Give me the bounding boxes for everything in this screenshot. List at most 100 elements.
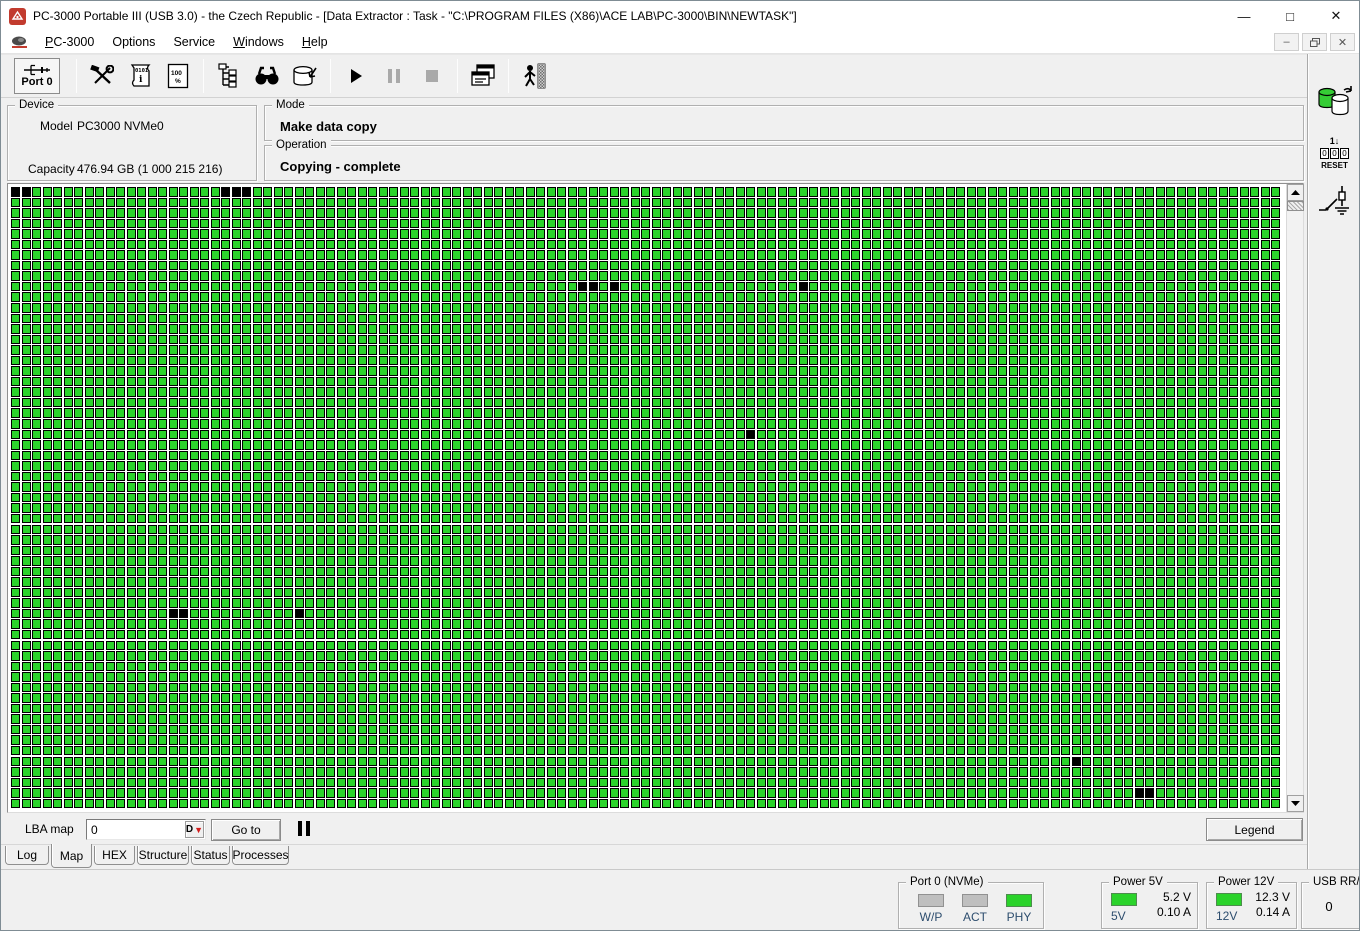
map-cell[interactable] (1124, 208, 1133, 218)
map-cell[interactable] (809, 440, 818, 450)
map-cell[interactable] (998, 303, 1007, 313)
map-cell[interactable] (1208, 546, 1217, 556)
map-cell[interactable] (1093, 567, 1102, 577)
map-cell[interactable] (851, 345, 860, 355)
map-cell[interactable] (1198, 219, 1207, 229)
map-cell[interactable] (1082, 198, 1091, 208)
map-cell[interactable] (1177, 377, 1186, 387)
map-cell[interactable] (830, 514, 839, 524)
map-cell[interactable] (925, 440, 934, 450)
map-cell[interactable] (316, 535, 325, 545)
map-cell[interactable] (662, 440, 671, 450)
map-cell[interactable] (1061, 588, 1070, 598)
map-cell[interactable] (169, 292, 178, 302)
map-cell[interactable] (1103, 187, 1112, 197)
map-cell-bad[interactable] (610, 282, 619, 292)
map-cell[interactable] (74, 535, 83, 545)
map-cell[interactable] (1103, 577, 1112, 587)
map-cell[interactable] (725, 535, 734, 545)
map-cell[interactable] (484, 219, 493, 229)
map-cell[interactable] (1030, 472, 1039, 482)
map-cell[interactable] (316, 377, 325, 387)
map-cell[interactable] (673, 577, 682, 587)
map-cell[interactable] (1124, 567, 1133, 577)
map-cell[interactable] (169, 408, 178, 418)
map-cell[interactable] (988, 229, 997, 239)
map-cell[interactable] (400, 567, 409, 577)
map-cell[interactable] (610, 482, 619, 492)
map-cell[interactable] (1072, 303, 1081, 313)
map-cell[interactable] (284, 609, 293, 619)
map-cell[interactable] (1103, 419, 1112, 429)
map-cell[interactable] (484, 577, 493, 587)
map-cell[interactable] (43, 187, 52, 197)
map-cell[interactable] (610, 324, 619, 334)
map-cell[interactable] (32, 588, 41, 598)
map-cell[interactable] (1093, 198, 1102, 208)
map-cell[interactable] (652, 229, 661, 239)
map-cell[interactable] (253, 229, 262, 239)
map-cell[interactable] (820, 598, 829, 608)
map-cell[interactable] (358, 314, 367, 324)
map-cell[interactable] (547, 261, 556, 271)
map-cell[interactable] (704, 556, 713, 566)
map-cell[interactable] (106, 198, 115, 208)
map-cell[interactable] (935, 292, 944, 302)
map-cell[interactable] (998, 198, 1007, 208)
map-cell[interactable] (809, 567, 818, 577)
map-cell[interactable] (1009, 335, 1018, 345)
map-cell[interactable] (494, 261, 503, 271)
map-cell[interactable] (421, 525, 430, 535)
map-cell[interactable] (127, 472, 136, 482)
map-cell[interactable] (1103, 535, 1112, 545)
map-cell[interactable] (431, 535, 440, 545)
map-cell[interactable] (295, 525, 304, 535)
map-cell[interactable] (484, 482, 493, 492)
map-cell[interactable] (1093, 472, 1102, 482)
map-cell[interactable] (179, 198, 188, 208)
map-cell[interactable] (925, 556, 934, 566)
map-cell[interactable] (74, 366, 83, 376)
map-cell[interactable] (1051, 208, 1060, 218)
map-cell[interactable] (1093, 461, 1102, 471)
map-cell[interactable] (431, 324, 440, 334)
map-cell[interactable] (652, 408, 661, 418)
map-cell[interactable] (1124, 482, 1133, 492)
map-cell[interactable] (494, 324, 503, 334)
map-cell[interactable] (1061, 377, 1070, 387)
map-cell[interactable] (694, 493, 703, 503)
map-cell[interactable] (200, 598, 209, 608)
map-cell[interactable] (221, 398, 230, 408)
map-cell[interactable] (158, 261, 167, 271)
map-cell[interactable] (1166, 419, 1175, 429)
map-cell[interactable] (830, 461, 839, 471)
map-cell[interactable] (841, 377, 850, 387)
map-cell[interactable] (1271, 187, 1280, 197)
map-cell[interactable] (778, 187, 787, 197)
map-cell[interactable] (536, 472, 545, 482)
map-cell[interactable] (1261, 408, 1270, 418)
map-cell[interactable] (295, 556, 304, 566)
map-cell[interactable] (284, 261, 293, 271)
map-cell[interactable] (284, 250, 293, 260)
map-cell[interactable] (484, 609, 493, 619)
map-cell[interactable] (242, 577, 251, 587)
map-cell[interactable] (494, 609, 503, 619)
map-cell[interactable] (652, 577, 661, 587)
map-cell[interactable] (389, 609, 398, 619)
map-cell[interactable] (547, 366, 556, 376)
map-cell[interactable] (1051, 261, 1060, 271)
map-cell[interactable] (746, 303, 755, 313)
map-cell[interactable] (1208, 535, 1217, 545)
map-cell[interactable] (442, 546, 451, 556)
map-cell[interactable] (1040, 440, 1049, 450)
map-cell[interactable] (137, 377, 146, 387)
map-cell[interactable] (1082, 398, 1091, 408)
map-cell[interactable] (736, 208, 745, 218)
map-cell[interactable] (589, 366, 598, 376)
map-cell[interactable] (862, 535, 871, 545)
map-cell[interactable] (557, 219, 566, 229)
map-cell[interactable] (127, 366, 136, 376)
map-cell[interactable] (389, 440, 398, 450)
map-cell[interactable] (431, 303, 440, 313)
